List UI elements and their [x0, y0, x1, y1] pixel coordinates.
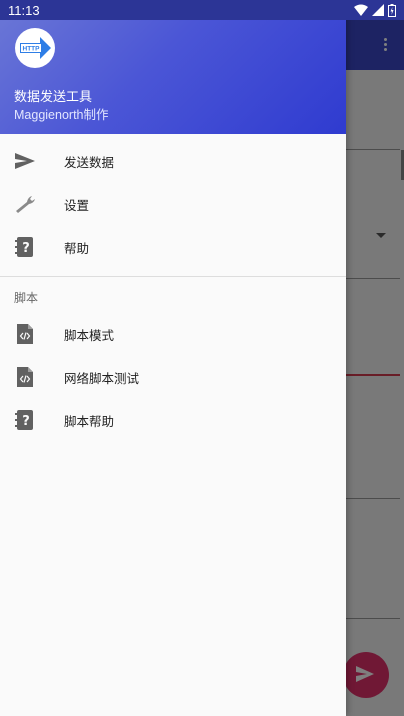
code-file-icon [14, 323, 36, 345]
status-time: 11:13 [8, 2, 40, 18]
status-bar: 11:13 [0, 0, 404, 20]
menu-item-label: 发送数据 [64, 155, 115, 170]
wrench-icon [14, 193, 36, 215]
help-notebook-icon: ? [14, 409, 36, 431]
menu-item-network-script-test[interactable]: 网络脚本测试 [0, 356, 346, 399]
navigation-drawer: HTTP 数据发送工具 Maggienorth制作 发送数据 设置 ? 帮助 脚… [0, 0, 346, 716]
svg-text:?: ? [22, 414, 30, 429]
app-author: Maggienorth制作 [14, 108, 109, 122]
menu-item-label: 脚本帮助 [64, 414, 115, 429]
send-icon [14, 150, 36, 172]
cell-signal-icon [372, 4, 384, 16]
app-name: 数据发送工具 [14, 90, 93, 105]
menu-item-label: 网络脚本测试 [64, 371, 140, 386]
help-notebook-icon: ? [14, 236, 36, 258]
menu-item-label: 设置 [64, 198, 90, 213]
app-logo: HTTP [15, 28, 55, 68]
menu-item-label: 脚本模式 [64, 328, 115, 343]
wifi-icon [354, 4, 368, 16]
menu-item-help[interactable]: ? 帮助 [0, 226, 346, 269]
drawer-header: HTTP 数据发送工具 Maggienorth制作 [0, 0, 346, 134]
menu-item-script-mode[interactable]: 脚本模式 [0, 313, 346, 356]
menu-item-label: 帮助 [64, 241, 90, 256]
section-title-script: 脚本 [14, 291, 39, 305]
drawer-menu: 发送数据 设置 ? 帮助 脚本 脚本模式 网络脚本测试 ? 脚本帮助 [0, 140, 346, 442]
menu-item-send-data[interactable]: 发送数据 [0, 140, 346, 183]
menu-item-script-help[interactable]: ? 脚本帮助 [0, 399, 346, 442]
svg-text:HTTP: HTTP [23, 46, 41, 53]
battery-icon [388, 3, 396, 17]
code-file-icon [14, 366, 36, 388]
menu-item-settings[interactable]: 设置 [0, 183, 346, 226]
svg-text:?: ? [22, 241, 30, 256]
status-icons [354, 3, 396, 17]
